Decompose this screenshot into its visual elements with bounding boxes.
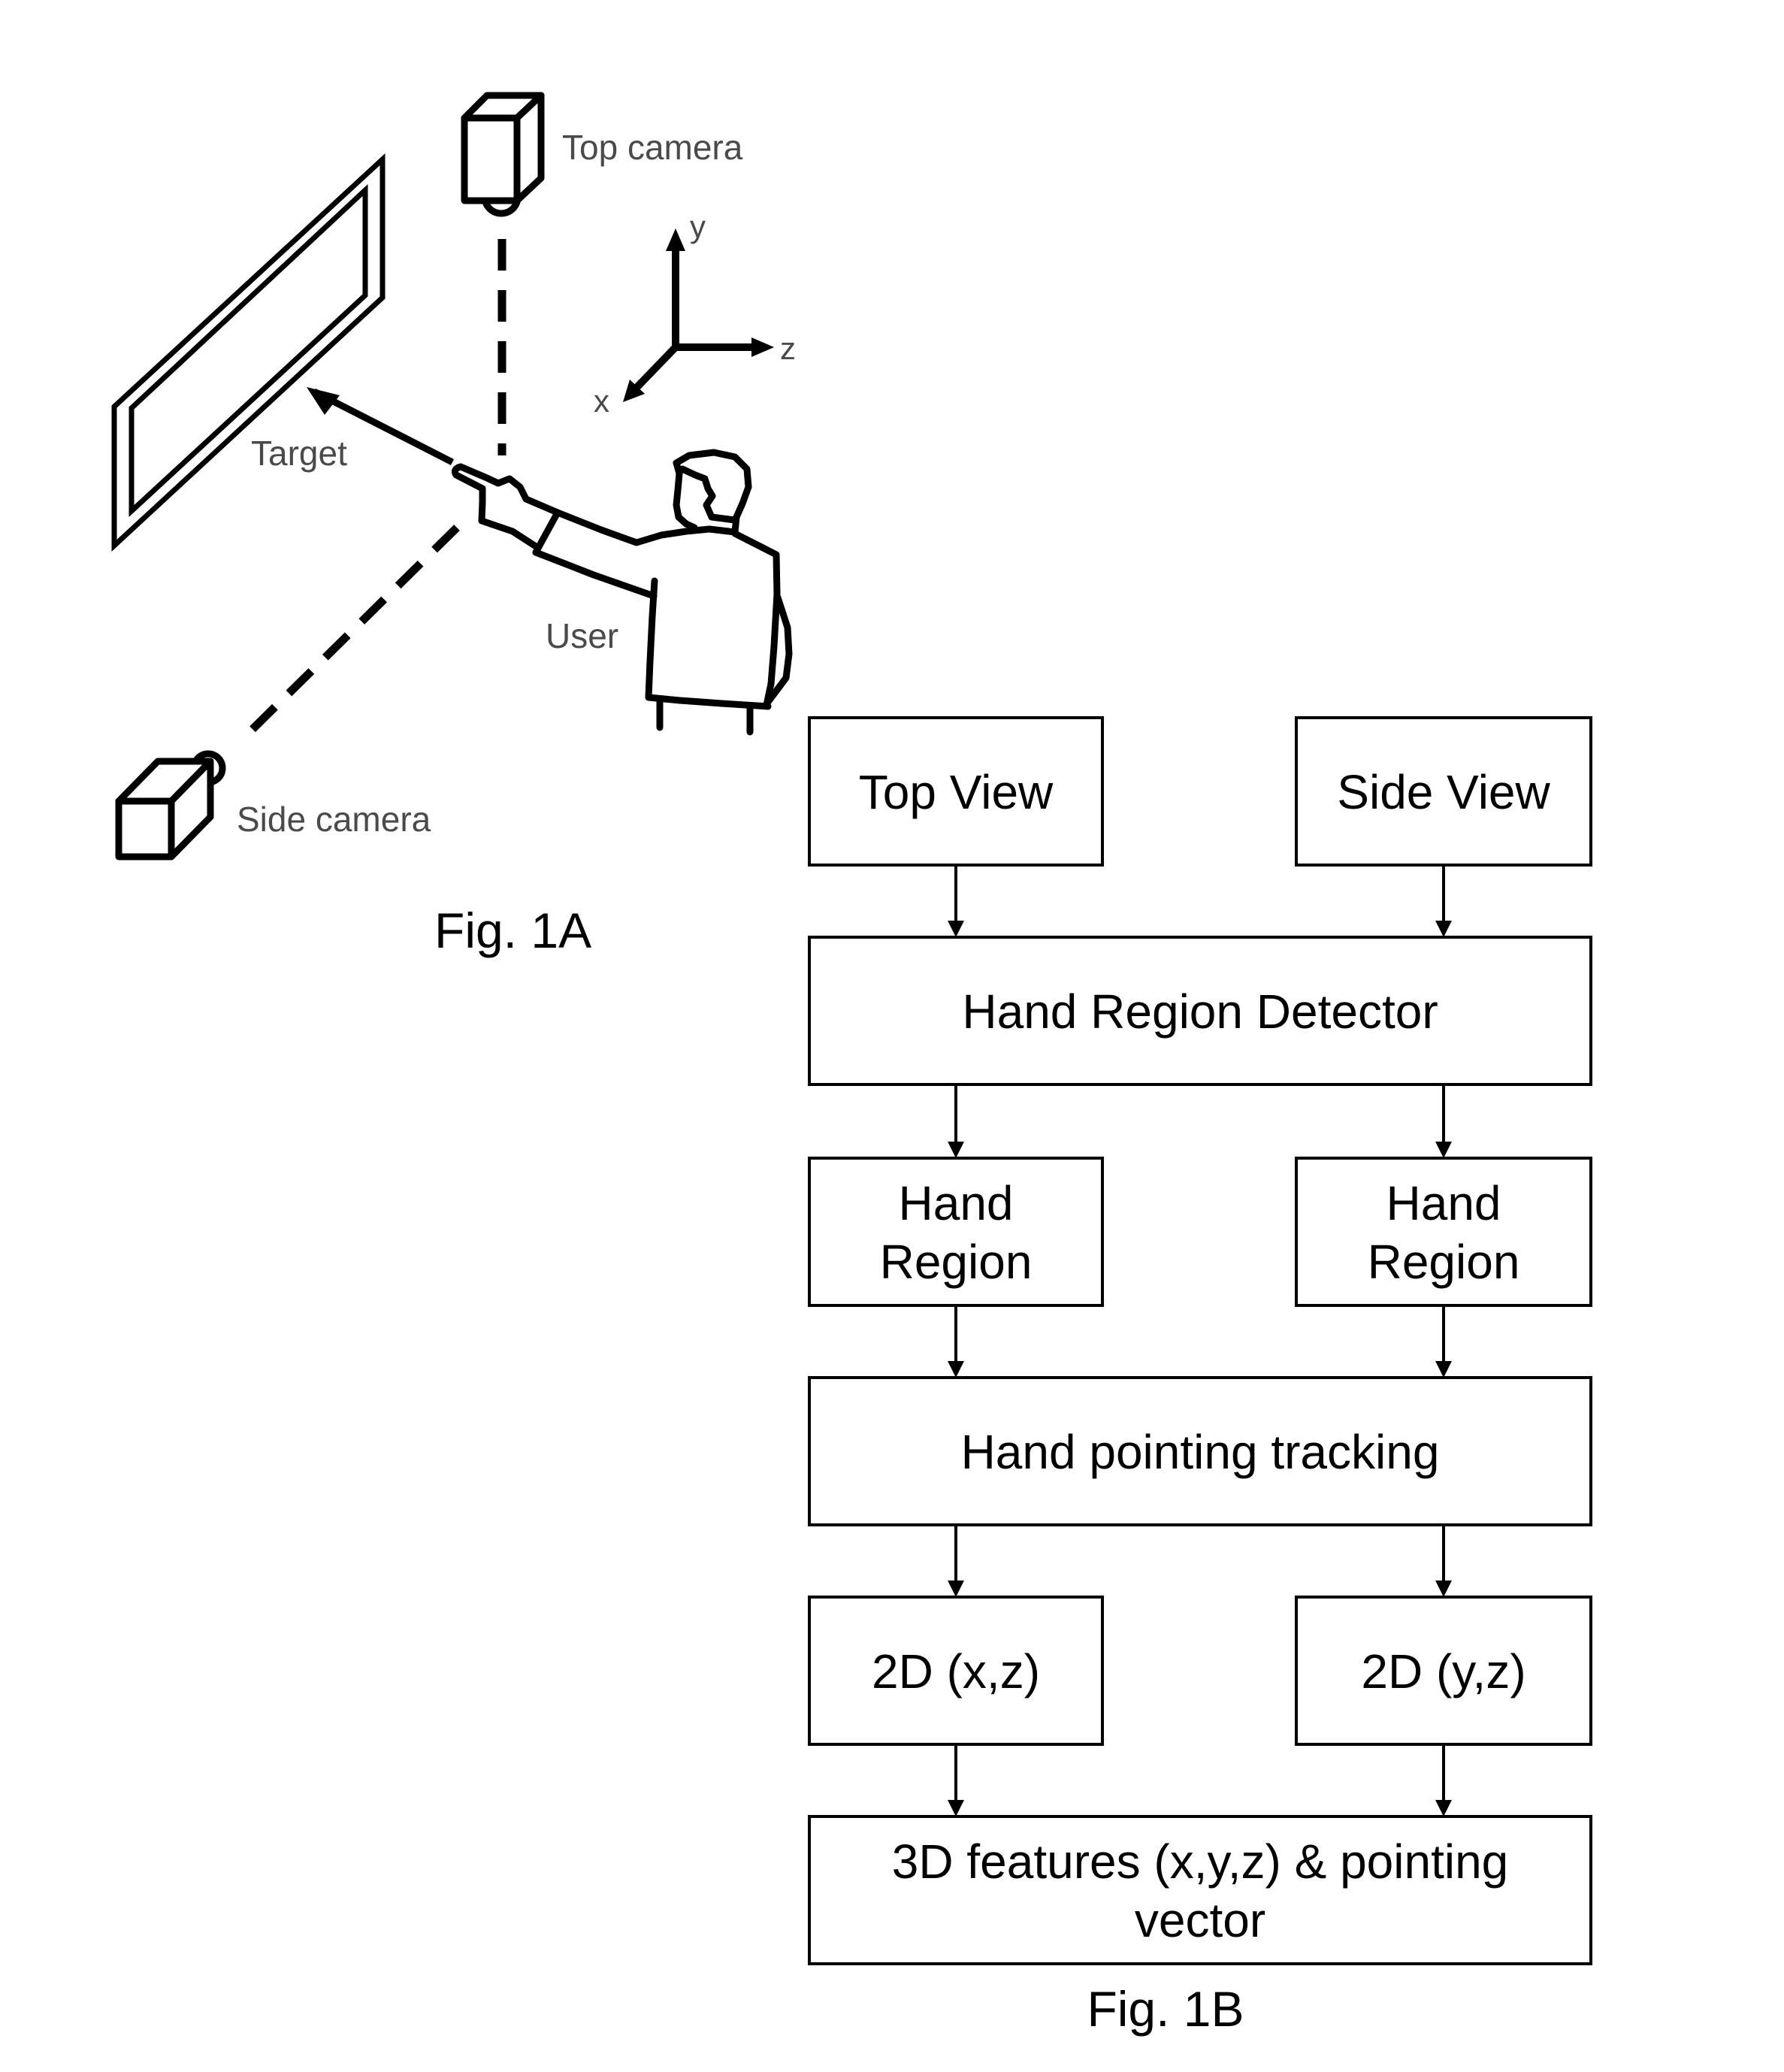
fig-1b-flowchart: Top View Side View Hand Region Detector Han… bbox=[808, 716, 1592, 2037]
flow-node-label: 3D features (x,y,z) & pointing bbox=[892, 1835, 1509, 1889]
flow-node-side-view: Side View bbox=[1295, 716, 1592, 867]
flow-arrow-hand-pointing-tracking-to-coords-yz bbox=[1435, 1525, 1452, 1597]
axis-label-z: z bbox=[780, 331, 796, 366]
flow-node-label: Hand Region Detector bbox=[962, 985, 1438, 1039]
pointing-vector-arrowhead bbox=[307, 387, 340, 415]
flow-arrow-hand-region-detector-to-hand-region-right bbox=[1435, 1084, 1452, 1158]
flow-arrow-hand-pointing-tracking-to-coords-xz bbox=[948, 1525, 964, 1597]
target-screen-icon bbox=[111, 153, 386, 552]
arrowhead-icon bbox=[948, 1580, 964, 1597]
arrowhead-icon bbox=[1435, 1800, 1452, 1816]
flow-node-label: Hand pointing tracking bbox=[961, 1425, 1440, 1479]
flow-node-label: Hand bbox=[1386, 1176, 1501, 1230]
side-camera-icon bbox=[115, 750, 226, 861]
flow-node-hand-region-left: HandRegion bbox=[808, 1157, 1104, 1307]
flow-node-coords-xz: 2D (x,z) bbox=[808, 1596, 1104, 1746]
arrowhead-icon bbox=[948, 921, 964, 937]
flow-arrow-hand-region-left-to-hand-pointing-tracking bbox=[948, 1305, 964, 1378]
flow-node-label: 2D (y,z) bbox=[1361, 1644, 1525, 1698]
side-camera-label: Side camera bbox=[237, 800, 431, 839]
flow-arrow-hand-region-detector-to-hand-region-left bbox=[948, 1084, 964, 1158]
arrowhead-icon bbox=[948, 1800, 964, 1816]
axis-label-x: x bbox=[594, 383, 609, 419]
user-label: User bbox=[546, 616, 618, 655]
patent-figure: Target Top camera y z x Side camera User… bbox=[111, 92, 1592, 2037]
flow-node-label: 2D (x,z) bbox=[872, 1644, 1040, 1698]
flow-node-label: Side View bbox=[1337, 765, 1550, 819]
flowchart-nodes: Top View Side View Hand Region Detector Han… bbox=[808, 716, 1592, 1965]
fig-1a-caption: Fig. 1A bbox=[434, 903, 591, 958]
flow-node-features-3d: 3D features (x,y,z) & pointingvector bbox=[808, 1815, 1592, 1965]
arrowhead-icon bbox=[1435, 1142, 1452, 1158]
flow-arrow-coords-yz-to-features-3d bbox=[1435, 1744, 1452, 1816]
flow-arrow-hand-region-right-to-hand-pointing-tracking bbox=[1435, 1305, 1452, 1378]
flow-arrow-side-view-to-hand-region-detector bbox=[1435, 865, 1452, 937]
flow-arrow-coords-xz-to-features-3d bbox=[948, 1744, 964, 1816]
user-figure-icon bbox=[452, 449, 793, 736]
xyz-axes-icon bbox=[623, 228, 774, 402]
flow-arrow-top-view-to-hand-region-detector bbox=[948, 865, 964, 937]
flow-node-label: Region bbox=[880, 1235, 1033, 1289]
flow-node-label: Region bbox=[1368, 1235, 1520, 1289]
arrowhead-icon bbox=[948, 1361, 964, 1378]
flow-node-label: Top View bbox=[859, 765, 1054, 819]
flow-node-hand-region-detector: Hand Region Detector bbox=[808, 936, 1592, 1086]
flow-node-label: Hand bbox=[899, 1176, 1014, 1230]
top-camera-label: Top camera bbox=[562, 128, 743, 167]
flow-node-label: vector bbox=[1135, 1893, 1265, 1947]
fig-1b-caption: Fig. 1B bbox=[1087, 1981, 1244, 2037]
flow-node-hand-region-right: HandRegion bbox=[1295, 1157, 1592, 1307]
flow-node-hand-pointing-tracking: Hand pointing tracking bbox=[808, 1376, 1592, 1526]
arrowhead-icon bbox=[1435, 921, 1452, 937]
top-camera-icon bbox=[461, 92, 545, 217]
flow-node-top-view: Top View bbox=[808, 716, 1104, 867]
arrowhead-icon bbox=[948, 1142, 964, 1158]
axis-label-y: y bbox=[690, 209, 706, 244]
side-camera-sightline bbox=[236, 525, 460, 746]
fig-1a-illustration: Target Top camera y z x Side camera User… bbox=[111, 92, 796, 958]
target-label: Target bbox=[251, 434, 347, 473]
arrowhead-icon bbox=[1435, 1580, 1452, 1597]
arrowhead-icon bbox=[1435, 1361, 1452, 1378]
flow-node-coords-yz: 2D (y,z) bbox=[1295, 1596, 1592, 1746]
